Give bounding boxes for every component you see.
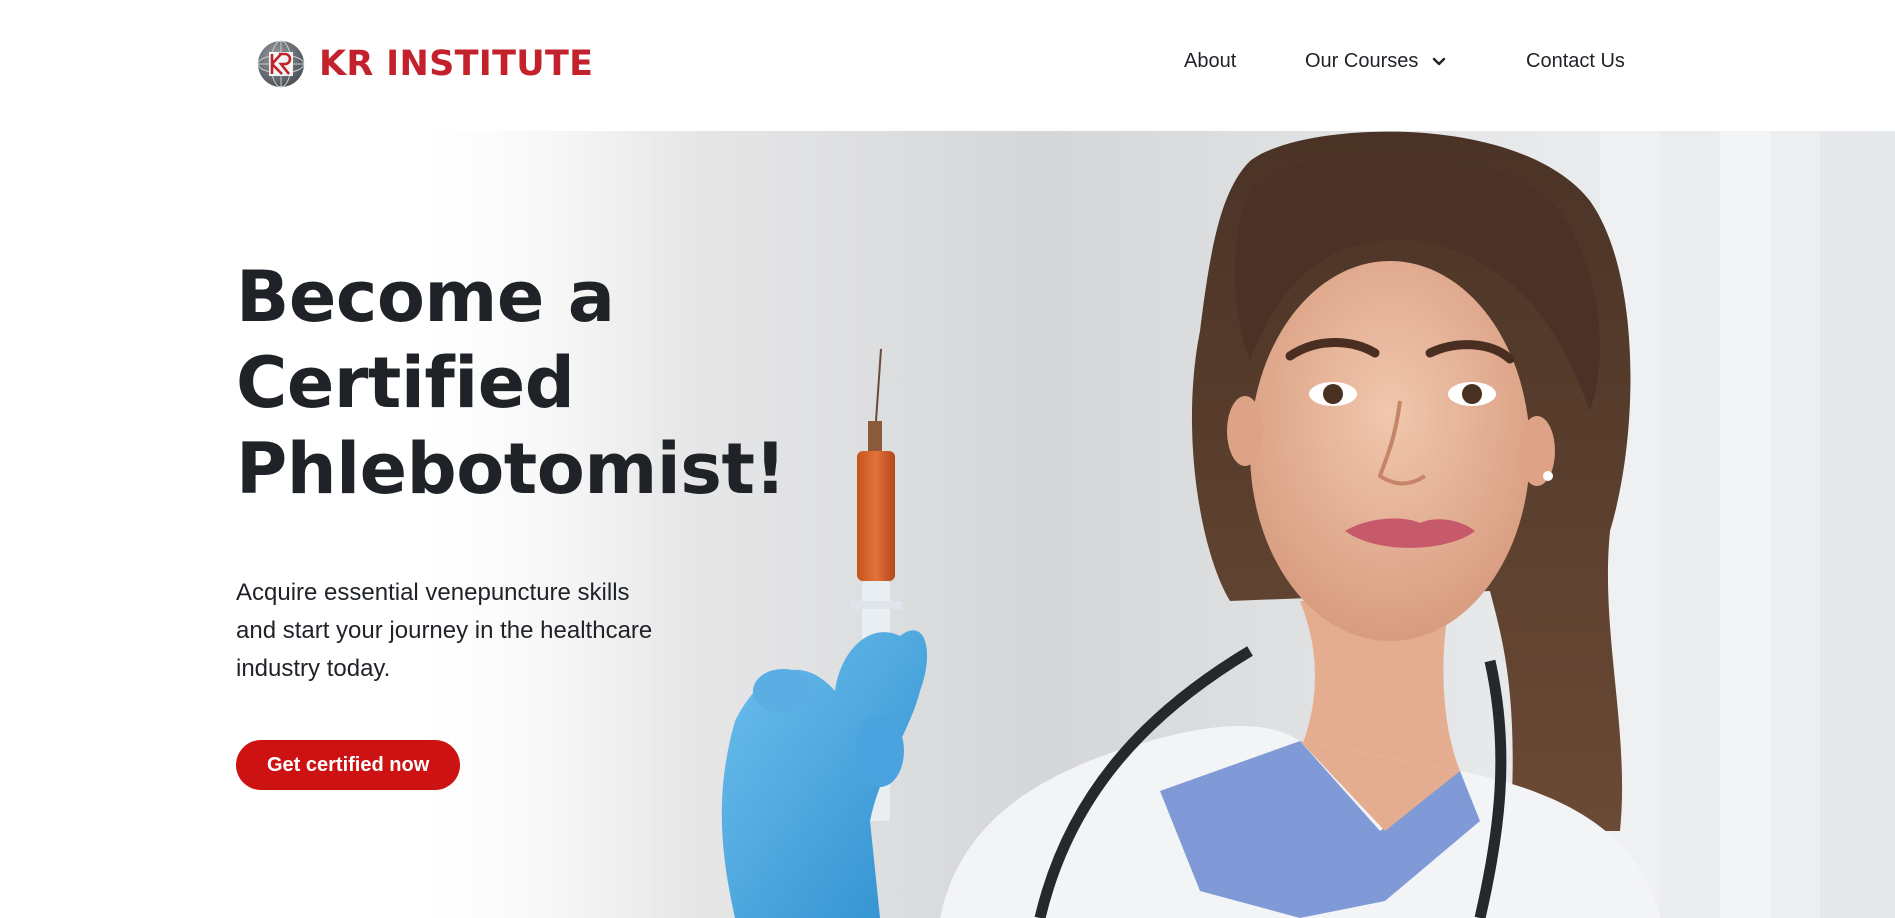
- brand-name: KR INSTITUTE: [319, 43, 594, 84]
- logo[interactable]: KR INSTITUTE: [257, 40, 593, 88]
- hero-section: Become a Certified Phlebotomist! Acquire…: [0, 131, 1895, 918]
- chevron-down-icon: [1433, 57, 1446, 65]
- hero-subtext: Acquire essential venepuncture skills an…: [236, 579, 653, 682]
- site-header: KR INSTITUTE About Our Courses Contact U…: [0, 0, 1895, 131]
- get-certified-button[interactable]: Get certified now: [236, 740, 461, 790]
- hero-headline-line1: Become a Certified: [236, 256, 615, 424]
- nav-our-courses-dropdown[interactable]: Our Courses: [1305, 50, 1446, 73]
- nav-about-link[interactable]: About: [1184, 50, 1236, 73]
- hero-content: Become a Certified Phlebotomist! Acquire…: [236, 254, 956, 790]
- nav-contact-link[interactable]: Contact Us: [1526, 50, 1625, 73]
- hero-headline: Become a Certified Phlebotomist!: [236, 254, 956, 512]
- nav-our-courses-label: Our Courses: [1305, 50, 1419, 72]
- globe-kr-icon: [257, 40, 305, 88]
- hero-headline-line2: Phlebotomist!: [236, 428, 786, 510]
